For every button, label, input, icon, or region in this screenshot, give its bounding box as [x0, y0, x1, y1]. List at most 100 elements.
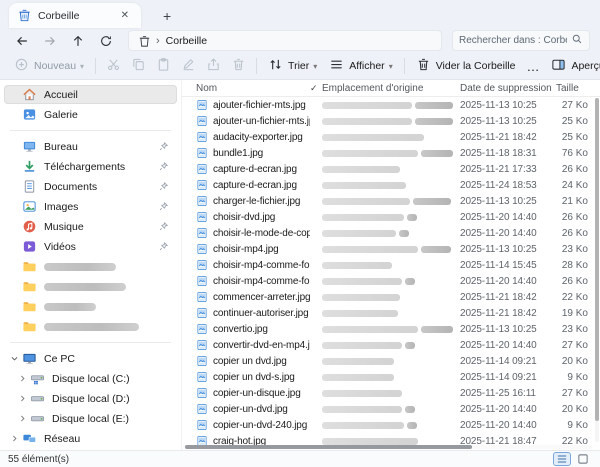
search-input[interactable]: [459, 35, 567, 46]
sidebar-item-accueil[interactable]: Accueil: [4, 85, 177, 104]
sort-button[interactable]: Trier▾: [262, 55, 323, 78]
column-header-size[interactable]: Taille: [556, 83, 600, 94]
file-row[interactable]: convertio.jpg2025-11-13 10:2523 Ko: [182, 321, 600, 337]
tab-corbeille[interactable]: Corbeille ✕: [9, 3, 141, 28]
view-button[interactable]: Afficher▾: [323, 55, 398, 78]
sidebar-item-videos[interactable]: Vidéos: [4, 237, 177, 256]
file-row[interactable]: capture-d-ecran.jpg2025-11-21 17:3326 Ko: [182, 161, 600, 177]
details-view-button[interactable]: [553, 452, 571, 466]
file-row[interactable]: copier un dvd-s.jpg2025-11-14 09:219 Ko: [182, 369, 600, 385]
sidebar-item-disque-local-d[interactable]: Disque local (D:): [4, 389, 177, 408]
file-row[interactable]: choisir-mp4-comme-format-de-s...2025-11-…: [182, 273, 600, 289]
file-name-cell: capture-d-ecran.jpg: [182, 163, 310, 175]
sidebar-item-folder-redacted[interactable]: [4, 257, 177, 276]
clipboard-icon: [156, 57, 171, 75]
file-row[interactable]: copier un dvd.jpg2025-11-14 09:2120 Ko: [182, 353, 600, 369]
file-row[interactable]: capture-d-ecran.jpg2025-11-24 18:5324 Ko: [182, 177, 600, 193]
search-icon: [571, 33, 583, 48]
redacted-path-segment: [322, 118, 412, 125]
file-row[interactable]: choisir-le-mode-de-copie.jpg2025-11-20 1…: [182, 225, 600, 241]
sidebar-item-folder-redacted[interactable]: [4, 297, 177, 316]
file-row[interactable]: charger-le-fichier.jpg2025-11-13 10:2521…: [182, 193, 600, 209]
chevron-right-icon[interactable]: [10, 434, 22, 443]
horizontal-scrollbar[interactable]: [183, 445, 592, 449]
redacted-path-segment: [322, 278, 402, 285]
origin-path-redacted: [322, 422, 460, 429]
chevron-right-icon[interactable]: [18, 394, 30, 403]
plus-circle-icon: [14, 57, 29, 75]
thumbnails-view-button[interactable]: [574, 452, 592, 466]
delete-button[interactable]: [226, 55, 251, 78]
share-button[interactable]: [201, 55, 226, 78]
file-row[interactable]: choisir-dvd.jpg2025-11-20 14:4026 Ko: [182, 209, 600, 225]
sidebar-item-disque-local-c[interactable]: Disque local (C:): [4, 369, 177, 388]
desktop-icon: [22, 139, 37, 154]
forward-icon[interactable]: [38, 30, 62, 51]
sidebar-item-telechargements[interactable]: Téléchargements: [4, 157, 177, 176]
drive-windows-icon: [30, 371, 45, 386]
file-row[interactable]: ajouter-un-fichier-mts.jpg2025-11-13 10:…: [182, 113, 600, 129]
tab-close-icon[interactable]: ✕: [117, 9, 133, 22]
sidebar-item-images[interactable]: Images: [4, 197, 177, 216]
check-icon[interactable]: ✓: [310, 83, 322, 94]
column-header-origin[interactable]: Emplacement d'origine: [322, 83, 460, 94]
sidebar-item-disque-local-e[interactable]: Disque local (E:): [4, 409, 177, 428]
origin-path-redacted: [322, 198, 460, 205]
file-row[interactable]: commencer-arreter.jpg2025-11-21 18:4222 …: [182, 289, 600, 305]
file-row[interactable]: bundle1.jpg2025-11-18 18:3176 Ko: [182, 145, 600, 161]
chevron-right-icon[interactable]: [18, 414, 30, 423]
folder-icon: [22, 259, 37, 274]
redacted-path-segment: [322, 134, 424, 141]
file-row[interactable]: choisir-mp4.jpg2025-11-13 10:2523 Ko: [182, 241, 600, 257]
breadcrumb[interactable]: › Corbeille: [128, 30, 442, 51]
redacted-path-segment: [322, 406, 402, 413]
breadcrumb-location[interactable]: Corbeille: [166, 35, 207, 47]
file-row[interactable]: continuer-autoriser.jpg2025-11-21 18:421…: [182, 305, 600, 321]
file-row[interactable]: copier-un-disque.jpg2025-11-25 16:1127 K…: [182, 385, 600, 401]
paste-button[interactable]: [151, 55, 176, 78]
more-options-button[interactable]: …: [521, 55, 545, 78]
sidebar-item-folder-redacted[interactable]: [4, 277, 177, 296]
file-row[interactable]: audacity-exporter.jpg2025-11-21 18:4225 …: [182, 129, 600, 145]
file-name: commencer-arreter.jpg: [213, 292, 310, 303]
column-header-date[interactable]: Date de suppression: [460, 83, 556, 94]
file-row[interactable]: copier-un-dvd.jpg2025-11-20 14:4020 Ko: [182, 401, 600, 417]
sidebar-item-musique[interactable]: Musique: [4, 217, 177, 236]
chevron-down-icon[interactable]: [10, 354, 22, 363]
redacted-path-segment: [322, 342, 402, 349]
file-row[interactable]: convertir-dvd-en-mp4.jpg2025-11-20 14:40…: [182, 337, 600, 353]
new-tab-button[interactable]: +: [155, 8, 179, 28]
sidebar-item-label: Ce PC: [44, 353, 75, 365]
folder-icon: [22, 299, 37, 314]
sidebar-item-galerie[interactable]: Galerie: [4, 105, 177, 124]
back-icon[interactable]: [10, 30, 34, 51]
sidebar-item-label: Vidéos: [44, 241, 76, 253]
file-row[interactable]: choisir-mp4-comme-format-de-s...2025-11-…: [182, 257, 600, 273]
sidebar-item-bureau[interactable]: Bureau: [4, 137, 177, 156]
sidebar-item-folder-redacted[interactable]: [4, 317, 177, 336]
up-icon[interactable]: [66, 30, 90, 51]
search-box[interactable]: [452, 30, 590, 51]
preview-pane-button[interactable]: Aperçu: [545, 55, 600, 78]
file-row[interactable]: copier-un-dvd-240.jpg2025-11-20 14:409 K…: [182, 417, 600, 433]
column-header-name[interactable]: Nom: [182, 83, 310, 94]
file-row[interactable]: ajouter-fichier-mts.jpg2025-11-13 10:252…: [182, 97, 600, 113]
redacted-folder-name: [44, 323, 139, 331]
refresh-icon[interactable]: [94, 30, 118, 51]
sidebar-item-documents[interactable]: Documents: [4, 177, 177, 196]
horizontal-scrollbar-thumb[interactable]: [185, 445, 472, 449]
sidebar-item-ce-pc[interactable]: Ce PC: [4, 349, 177, 368]
file-size: 24 Ko: [556, 180, 600, 191]
vertical-scrollbar[interactable]: [595, 98, 599, 442]
empty-recycle-bin-button[interactable]: Vider la Corbeille: [410, 55, 522, 78]
rename-button[interactable]: [176, 55, 201, 78]
chevron-right-icon[interactable]: [18, 374, 30, 383]
copy-button[interactable]: [126, 55, 151, 78]
vertical-scrollbar-thumb[interactable]: [595, 98, 599, 421]
share-icon: [206, 57, 221, 75]
new-button[interactable]: Nouveau▾: [8, 55, 90, 78]
file-name: choisir-mp4.jpg: [213, 244, 279, 255]
sidebar-item-reseau[interactable]: Réseau: [4, 429, 177, 448]
origin-path-redacted: [322, 262, 460, 269]
cut-button[interactable]: [101, 55, 126, 78]
